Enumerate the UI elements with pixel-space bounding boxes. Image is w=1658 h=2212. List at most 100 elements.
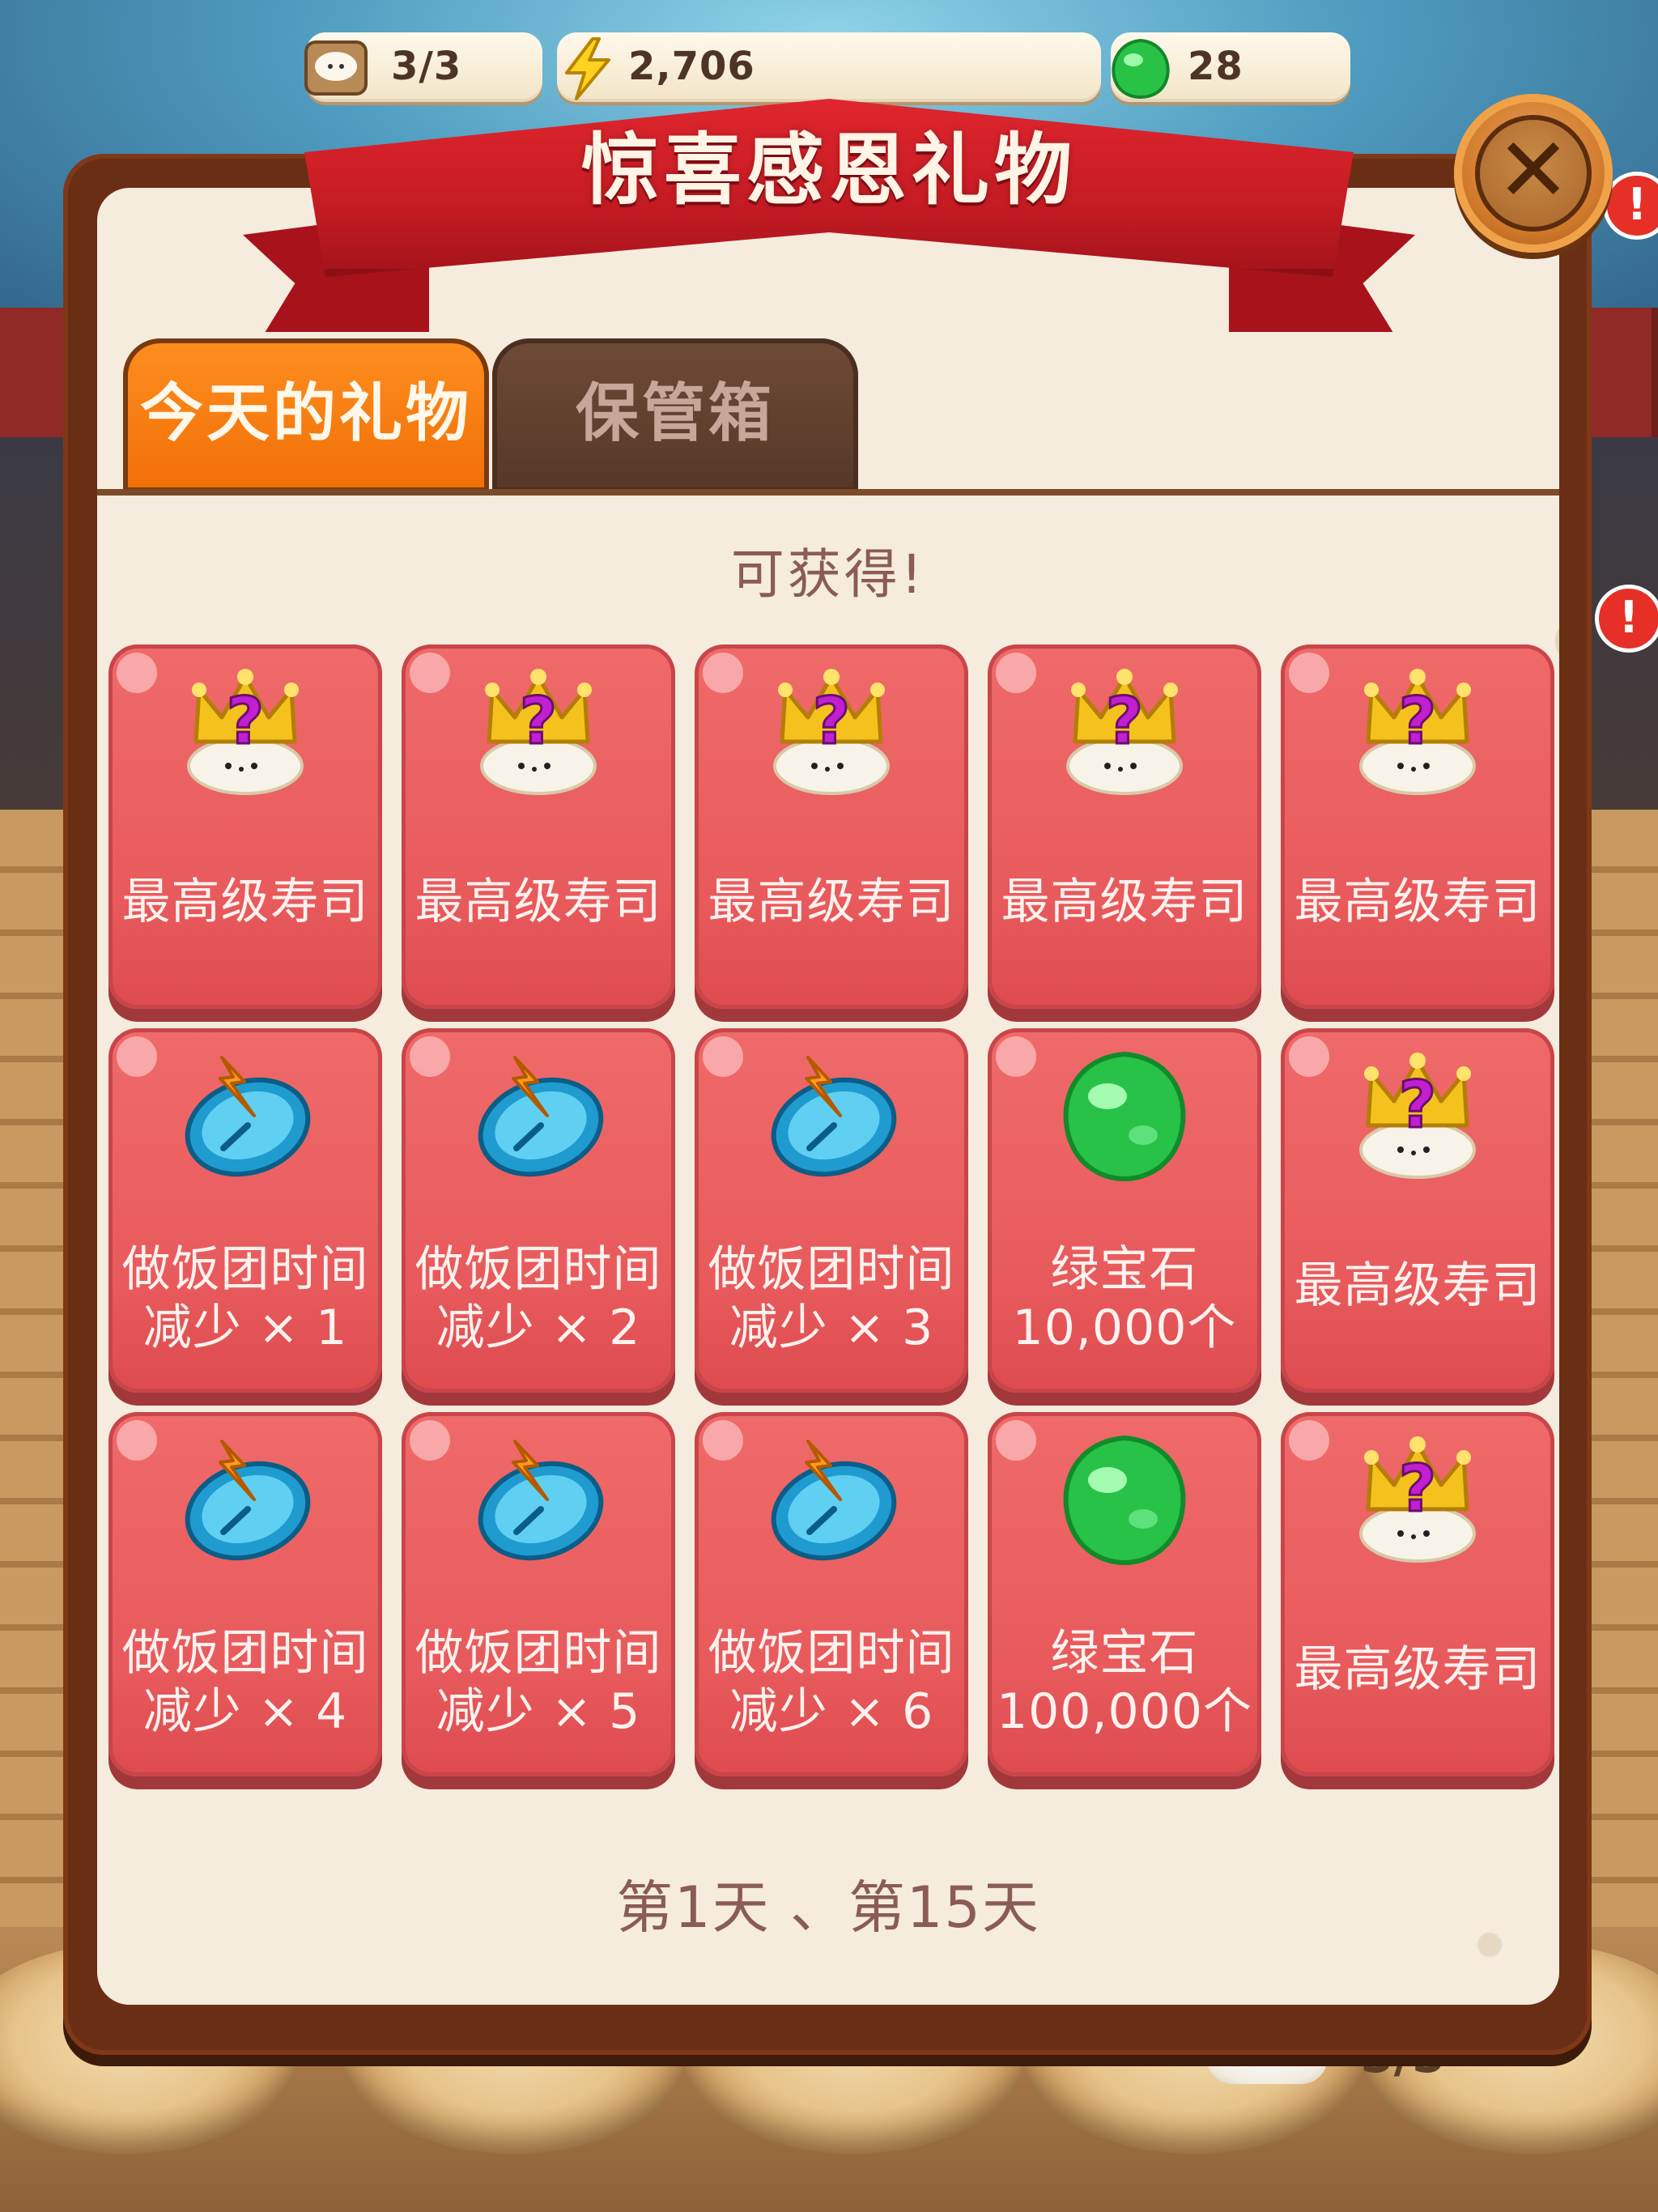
- card-highlight: [1289, 1036, 1329, 1077]
- gift-label: 最高级寿司: [988, 873, 1261, 931]
- gift-label-line1: 最高级寿司: [1001, 874, 1248, 930]
- svg-text:?: ?: [1399, 1067, 1436, 1142]
- gift-label: 做饭团时间 减少 × 1: [108, 1240, 382, 1357]
- gift-card[interactable]: 做饭团时间 减少 × 1: [108, 1028, 382, 1393]
- gift-label: 最高级寿司: [1281, 1640, 1554, 1699]
- gift-card[interactable]: 做饭团时间 减少 × 6: [695, 1412, 968, 1776]
- gift-card[interactable]: 做饭团时间 减少 × 5: [402, 1412, 675, 1776]
- gift-card[interactable]: ? 最高级寿司: [988, 644, 1261, 1009]
- card-highlight: [996, 653, 1036, 693]
- gift-label: 最高级寿司: [695, 873, 968, 931]
- card-highlight: [703, 1420, 743, 1461]
- card-highlight: [996, 1036, 1036, 1077]
- gift-label: 最高级寿司: [402, 873, 675, 931]
- gift-label-line2: 10,000个: [1012, 1300, 1237, 1356]
- gift-label: 做饭团时间 减少 × 6: [695, 1624, 968, 1741]
- alert-badge-icon[interactable]: !: [1595, 585, 1658, 653]
- card-highlight: [117, 1036, 157, 1077]
- gift-card[interactable]: ? 最高级寿司: [1281, 644, 1554, 1009]
- svg-text:?: ?: [520, 683, 557, 759]
- resource-energy[interactable]: 2,706: [557, 32, 1101, 102]
- gift-label-line2: 减少 × 2: [436, 1300, 641, 1356]
- available-label: 可获得!: [730, 543, 926, 606]
- gift-card[interactable]: 做饭团时间 减少 × 2: [402, 1028, 675, 1393]
- time-reduce-clock-icon: [761, 1430, 902, 1571]
- gift-label-line1: 绿宝石: [1050, 1241, 1199, 1298]
- gift-label: 最高级寿司: [1281, 873, 1554, 931]
- svg-text:?: ?: [1399, 1451, 1436, 1526]
- gift-label-line1: 做饭团时间: [708, 1241, 955, 1298]
- mystery-crown-sushi-icon: ?: [1347, 1430, 1488, 1571]
- gift-label-line1: 最高级寿司: [414, 874, 662, 930]
- gift-label-line2: 减少 × 5: [436, 1683, 641, 1740]
- gift-label: 做饭团时间 减少 × 5: [402, 1624, 675, 1741]
- close-icon: ✕: [1475, 115, 1592, 232]
- svg-text:?: ?: [1399, 683, 1436, 759]
- resource-gems[interactable]: 28: [1111, 32, 1350, 102]
- mystery-crown-sushi-icon: ?: [761, 662, 902, 803]
- gift-label-line1: 最高级寿司: [708, 874, 955, 930]
- card-highlight: [703, 653, 743, 693]
- close-button[interactable]: ✕: [1454, 94, 1613, 253]
- gift-label-line1: 做饭团时间: [414, 1625, 662, 1682]
- gift-card[interactable]: ? 最高级寿司: [1281, 1412, 1554, 1776]
- mystery-crown-sushi-icon: ?: [468, 662, 609, 803]
- gift-label: 绿宝石 10,000个: [988, 1240, 1261, 1357]
- gift-label-line1: 最高级寿司: [1294, 1641, 1541, 1698]
- mystery-crown-sushi-icon: ?: [1347, 1046, 1488, 1187]
- gift-label-line1: 做饭团时间: [121, 1625, 369, 1682]
- green-gem-icon: [1054, 1046, 1195, 1187]
- day-range-label: 第1天 、第15天: [616, 1874, 1040, 1941]
- time-reduce-clock-icon: [468, 1046, 609, 1187]
- gift-card[interactable]: 做饭团时间 减少 × 4: [108, 1412, 382, 1776]
- svg-text:?: ?: [1106, 683, 1143, 759]
- gift-label-line1: 最高级寿司: [1294, 874, 1541, 930]
- gift-label-line2: 100,000个: [996, 1683, 1253, 1740]
- mystery-crown-sushi-icon: ?: [1347, 662, 1488, 803]
- card-highlight: [703, 1036, 743, 1077]
- card-highlight: [410, 653, 450, 693]
- dialog-title: 惊喜感恩礼物: [581, 125, 1077, 215]
- gift-card[interactable]: 绿宝石 10,000个: [988, 1028, 1261, 1393]
- svg-text:?: ?: [813, 683, 850, 759]
- resource-boxes-value: 3/3: [391, 44, 462, 89]
- gift-label-line1: 最高级寿司: [1294, 1257, 1541, 1314]
- gift-card[interactable]: 绿宝石 100,000个: [988, 1412, 1261, 1776]
- card-highlight: [1289, 1420, 1329, 1461]
- mystery-crown-sushi-icon: ?: [1054, 662, 1195, 803]
- mystery-crown-sushi-icon: ?: [175, 662, 316, 803]
- card-highlight: [410, 1420, 450, 1461]
- gift-card[interactable]: 做饭团时间 减少 × 3: [695, 1028, 968, 1393]
- gift-label: 做饭团时间 减少 × 2: [402, 1240, 675, 1357]
- gift-label-line2: 减少 × 4: [142, 1683, 348, 1740]
- gift-label: 做饭团时间 减少 × 4: [108, 1624, 382, 1741]
- gift-label-line2: 减少 × 1: [142, 1300, 348, 1356]
- tab-todays-gift[interactable]: 今天的礼物: [123, 338, 489, 492]
- resource-boxes[interactable]: 3/3: [304, 32, 542, 102]
- gift-card[interactable]: ? 最高级寿司: [108, 644, 382, 1009]
- green-gem-icon: [1054, 1430, 1195, 1571]
- time-reduce-clock-icon: [175, 1430, 316, 1571]
- card-highlight: [117, 653, 157, 693]
- time-reduce-clock-icon: [175, 1046, 316, 1187]
- tab-divider: [97, 489, 1559, 496]
- time-reduce-clock-icon: [468, 1430, 609, 1571]
- gift-label: 最高级寿司: [1281, 1257, 1554, 1315]
- card-highlight: [410, 1036, 450, 1077]
- green-gem-icon: [1112, 38, 1170, 100]
- gift-card[interactable]: ? 最高级寿司: [402, 644, 675, 1009]
- gift-label-line1: 做饭团时间: [414, 1241, 662, 1298]
- gift-label-line1: 最高级寿司: [121, 874, 369, 930]
- tab-storage-box[interactable]: 保管箱: [492, 338, 858, 492]
- gift-card[interactable]: ? 最高级寿司: [695, 644, 968, 1009]
- gift-label-line1: 绿宝石: [1050, 1625, 1199, 1682]
- gift-label: 最高级寿司: [108, 873, 382, 931]
- lightning-icon: [565, 37, 610, 100]
- sushi-box-icon: [304, 40, 368, 96]
- gift-label-line1: 做饭团时间: [121, 1241, 369, 1298]
- card-highlight: [117, 1420, 157, 1461]
- resource-gems-value: 28: [1188, 44, 1244, 89]
- resource-energy-value: 2,706: [628, 44, 755, 89]
- gift-card[interactable]: ? 最高级寿司: [1281, 1028, 1554, 1393]
- svg-text:?: ?: [227, 683, 264, 759]
